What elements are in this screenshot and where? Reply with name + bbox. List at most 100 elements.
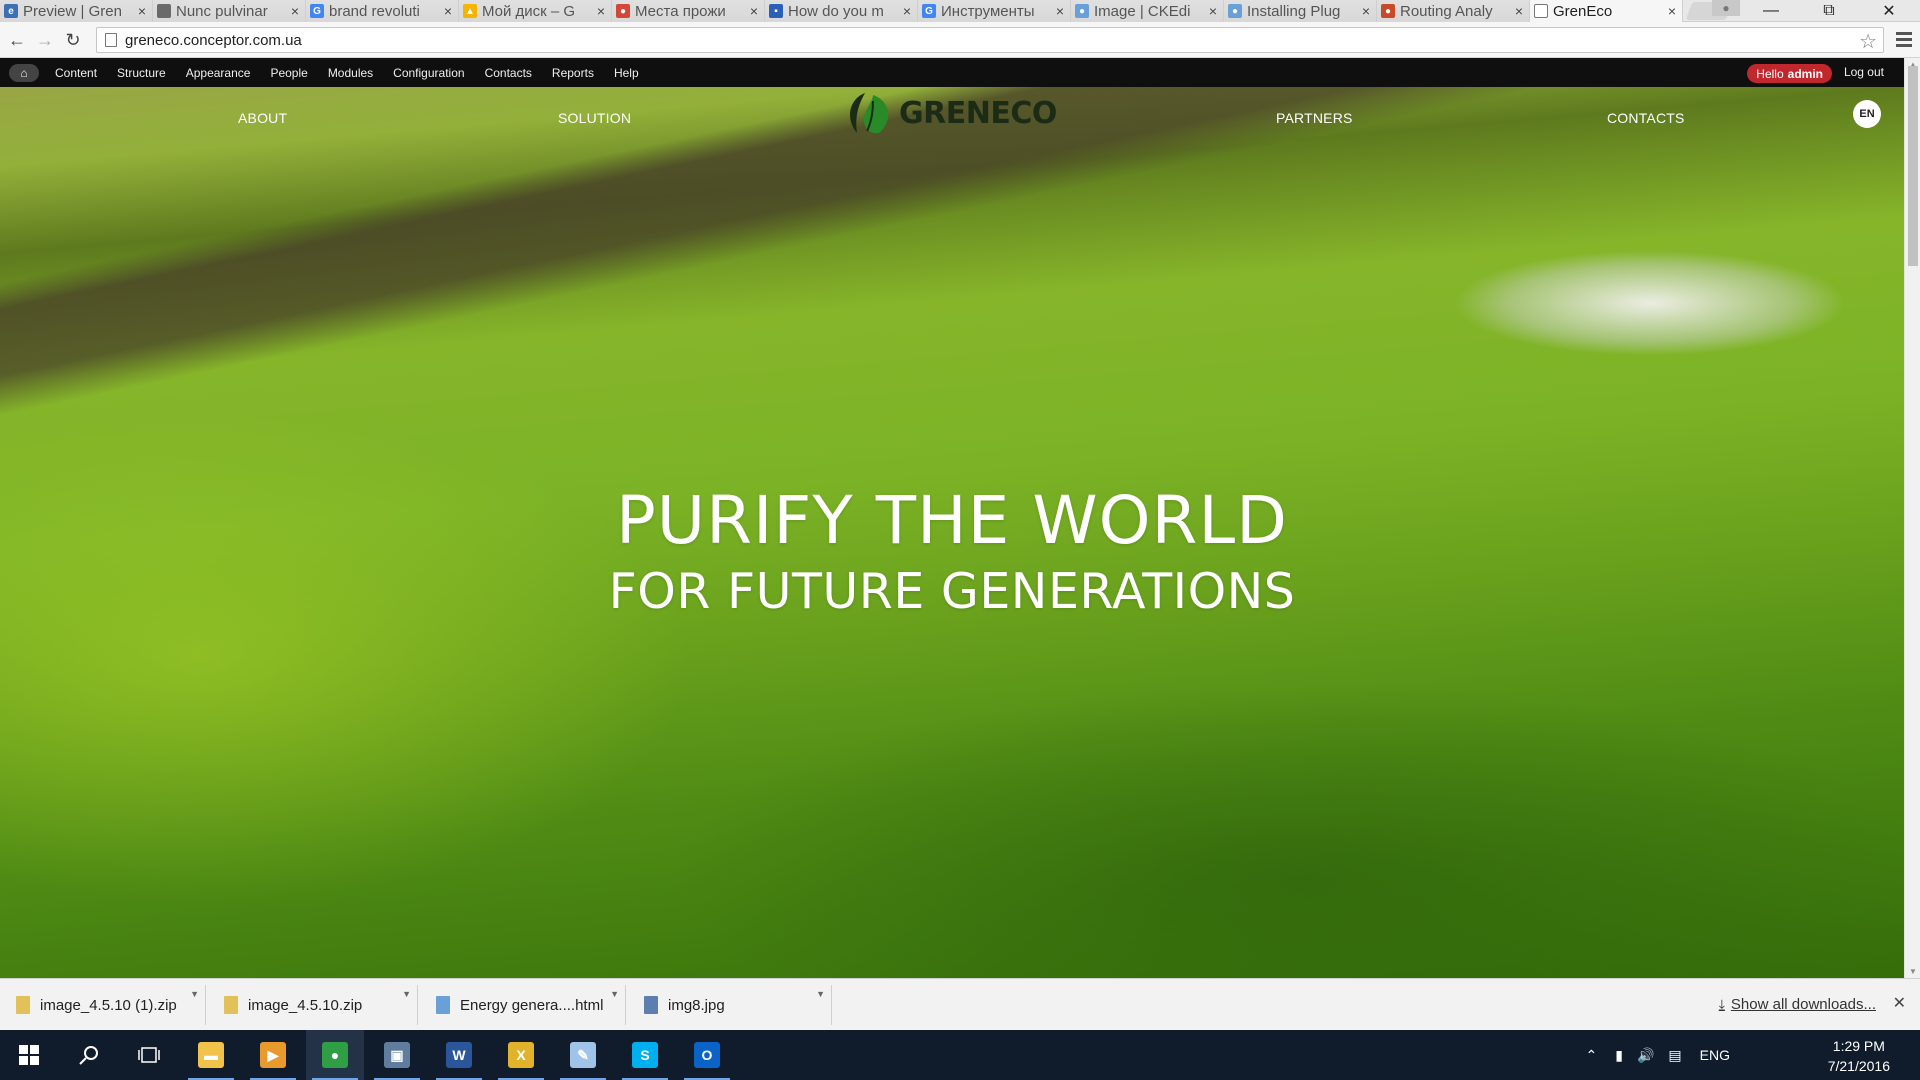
media-player-icon: ▶ [260, 1042, 286, 1068]
admin-menu-appearance[interactable]: Appearance [186, 66, 251, 80]
tab-favicon-icon: ● [616, 4, 630, 18]
tab-title: How do you m [788, 2, 884, 20]
download-item[interactable]: image_4.5.10 (1).zip ▼ [0, 985, 206, 1025]
tab-favicon-icon [1534, 4, 1548, 18]
browser-tab[interactable]: Nunc pulvinar × [153, 0, 306, 22]
close-window-button[interactable]: ✕ [1860, 0, 1918, 22]
hello-admin-badge[interactable]: Hello admin [1747, 64, 1832, 83]
nav-solution[interactable]: SOLUTION [558, 110, 631, 126]
admin-home-icon[interactable]: ⌂ [9, 63, 39, 82]
browser-tab[interactable]: G Инструменты × [918, 0, 1071, 22]
download-menu-chevron-icon[interactable]: ▼ [190, 989, 199, 999]
taskbar-app-chrome[interactable]: ● [306, 1030, 364, 1080]
tab-title: Nunc pulvinar [176, 2, 268, 20]
url-input[interactable]: greneco.conceptor.com.ua ☆ [96, 27, 1884, 53]
tab-close-icon[interactable]: × [1515, 3, 1523, 19]
tab-close-icon[interactable]: × [1668, 3, 1676, 19]
admin-menu-structure[interactable]: Structure [117, 66, 166, 80]
tab-close-icon[interactable]: × [1209, 3, 1217, 19]
bookmark-star-icon[interactable]: ☆ [1859, 29, 1877, 54]
browser-tab[interactable]: ▲ Мой диск – G × [459, 0, 612, 22]
minimize-button[interactable]: — [1742, 0, 1800, 22]
browser-tab[interactable]: ● Места прожи × [612, 0, 765, 22]
download-menu-chevron-icon[interactable]: ▼ [610, 989, 619, 999]
admin-menu-contacts[interactable]: Contacts [485, 66, 532, 80]
taskbar-app-skype[interactable]: S [616, 1030, 674, 1080]
battery-icon[interactable]: ▮ [1615, 1047, 1623, 1064]
taskbar-app-file-explorer[interactable]: ▬ [182, 1030, 240, 1080]
maximize-button[interactable]: ⧉ [1800, 0, 1858, 22]
profile-icon[interactable]: ● [1712, 0, 1740, 16]
tray-chevron-icon[interactable]: ⌃ [1586, 1047, 1598, 1064]
download-item[interactable]: Energy genera....html ▼ [420, 985, 626, 1025]
browser-tab[interactable]: GrenEco × [1530, 0, 1683, 22]
tab-favicon-icon [157, 4, 171, 18]
volume-icon[interactable]: 🔊 [1637, 1047, 1654, 1064]
browser-tab[interactable]: ▪ How do you m × [765, 0, 918, 22]
start-button[interactable] [0, 1030, 58, 1080]
file-icon [436, 996, 450, 1014]
task-view-button[interactable] [120, 1030, 178, 1080]
taskbar-app-paint[interactable]: ✎ [554, 1030, 612, 1080]
tab-title: Preview | Gren [23, 2, 122, 20]
taskbar-app-app-window[interactable]: ▣ [368, 1030, 426, 1080]
download-filename: image_4.5.10.zip [248, 996, 363, 1014]
greneco-logo[interactable]: GRENECO [843, 89, 1057, 137]
download-menu-chevron-icon[interactable]: ▼ [816, 989, 825, 999]
download-item[interactable]: image_4.5.10.zip ▼ [208, 985, 418, 1025]
nav-partners[interactable]: PARTNERS [1276, 110, 1353, 126]
language-switcher[interactable]: EN [1853, 100, 1881, 128]
browser-tab-strip: e Preview | Gren × Nunc pulvinar × Gbrand rev… [0, 0, 1920, 22]
browser-tab[interactable]: Gbrand revoluti × [306, 0, 459, 22]
tab-close-icon[interactable]: × [1056, 3, 1064, 19]
taskbar-app-app-x[interactable]: X [492, 1030, 550, 1080]
browser-tab[interactable]: ● Routing Analy × [1377, 0, 1530, 22]
logout-link[interactable]: Log out [1844, 65, 1884, 79]
scroll-down-icon[interactable]: ▼ [1909, 967, 1917, 976]
admin-menu-modules[interactable]: Modules [328, 66, 373, 80]
admin-menu-people[interactable]: People [270, 66, 307, 80]
page-scrollbar[interactable]: ▲ ▼ [1904, 58, 1920, 978]
browser-tab[interactable]: ● Image | CKEdi × [1071, 0, 1224, 22]
download-item[interactable]: img8.jpg ▼ [628, 985, 832, 1025]
address-bar: ← → ↻ greneco.conceptor.com.ua ☆ [0, 22, 1920, 58]
close-downloads-icon[interactable]: ✕ [1893, 993, 1906, 1013]
nav-contacts[interactable]: CONTACTS [1607, 110, 1685, 126]
admin-menu-reports[interactable]: Reports [552, 66, 594, 80]
tab-close-icon[interactable]: × [444, 3, 452, 19]
forward-button[interactable]: → [34, 29, 56, 51]
admin-menu-configuration[interactable]: Configuration [393, 66, 464, 80]
nav-about[interactable]: ABOUT [238, 110, 287, 126]
taskbar-app-outlook[interactable]: O [678, 1030, 736, 1080]
taskbar-clock[interactable]: 1:29 PM 7/21/2016 [1828, 1036, 1890, 1076]
tab-close-icon[interactable]: × [291, 3, 299, 19]
download-filename: image_4.5.10 (1).zip [40, 996, 177, 1014]
browser-tab[interactable]: ● Installing Plug × [1224, 0, 1377, 22]
tab-close-icon[interactable]: × [750, 3, 758, 19]
reload-button[interactable]: ↻ [62, 29, 84, 51]
tab-close-icon[interactable]: × [903, 3, 911, 19]
taskbar-app-word[interactable]: W [430, 1030, 488, 1080]
admin-menu-help[interactable]: Help [614, 66, 639, 80]
show-all-downloads-link[interactable]: ⤓ Show all downloads... [1719, 996, 1876, 1013]
tab-close-icon[interactable]: × [1362, 3, 1370, 19]
scrollbar-thumb[interactable] [1908, 66, 1918, 266]
hero-subheadline: FOR FUTURE GENERATIONS [608, 563, 1296, 620]
tab-title: Инструменты [941, 2, 1035, 20]
taskbar-app-media-player[interactable]: ▶ [244, 1030, 302, 1080]
input-language[interactable]: ENG [1700, 1047, 1730, 1063]
back-button[interactable]: ← [6, 29, 28, 51]
tab-favicon-icon: G [922, 4, 936, 18]
tab-close-icon[interactable]: × [597, 3, 605, 19]
action-center-icon[interactable]: ▤ [1668, 1047, 1681, 1064]
browser-tab[interactable]: e Preview | Gren × [0, 0, 153, 22]
tab-close-icon[interactable]: × [138, 3, 146, 19]
search-button[interactable] [60, 1030, 118, 1080]
tab-favicon-icon: ● [1075, 4, 1089, 18]
hero-background: ⌂ Content Structure Appearance People Module… [0, 58, 1904, 978]
download-filename: Energy genera....html [460, 996, 604, 1014]
admin-menu-content[interactable]: Content [55, 66, 97, 80]
hello-label: Hello [1756, 66, 1784, 81]
chrome-menu-icon[interactable] [1896, 30, 1912, 48]
download-menu-chevron-icon[interactable]: ▼ [402, 989, 411, 999]
